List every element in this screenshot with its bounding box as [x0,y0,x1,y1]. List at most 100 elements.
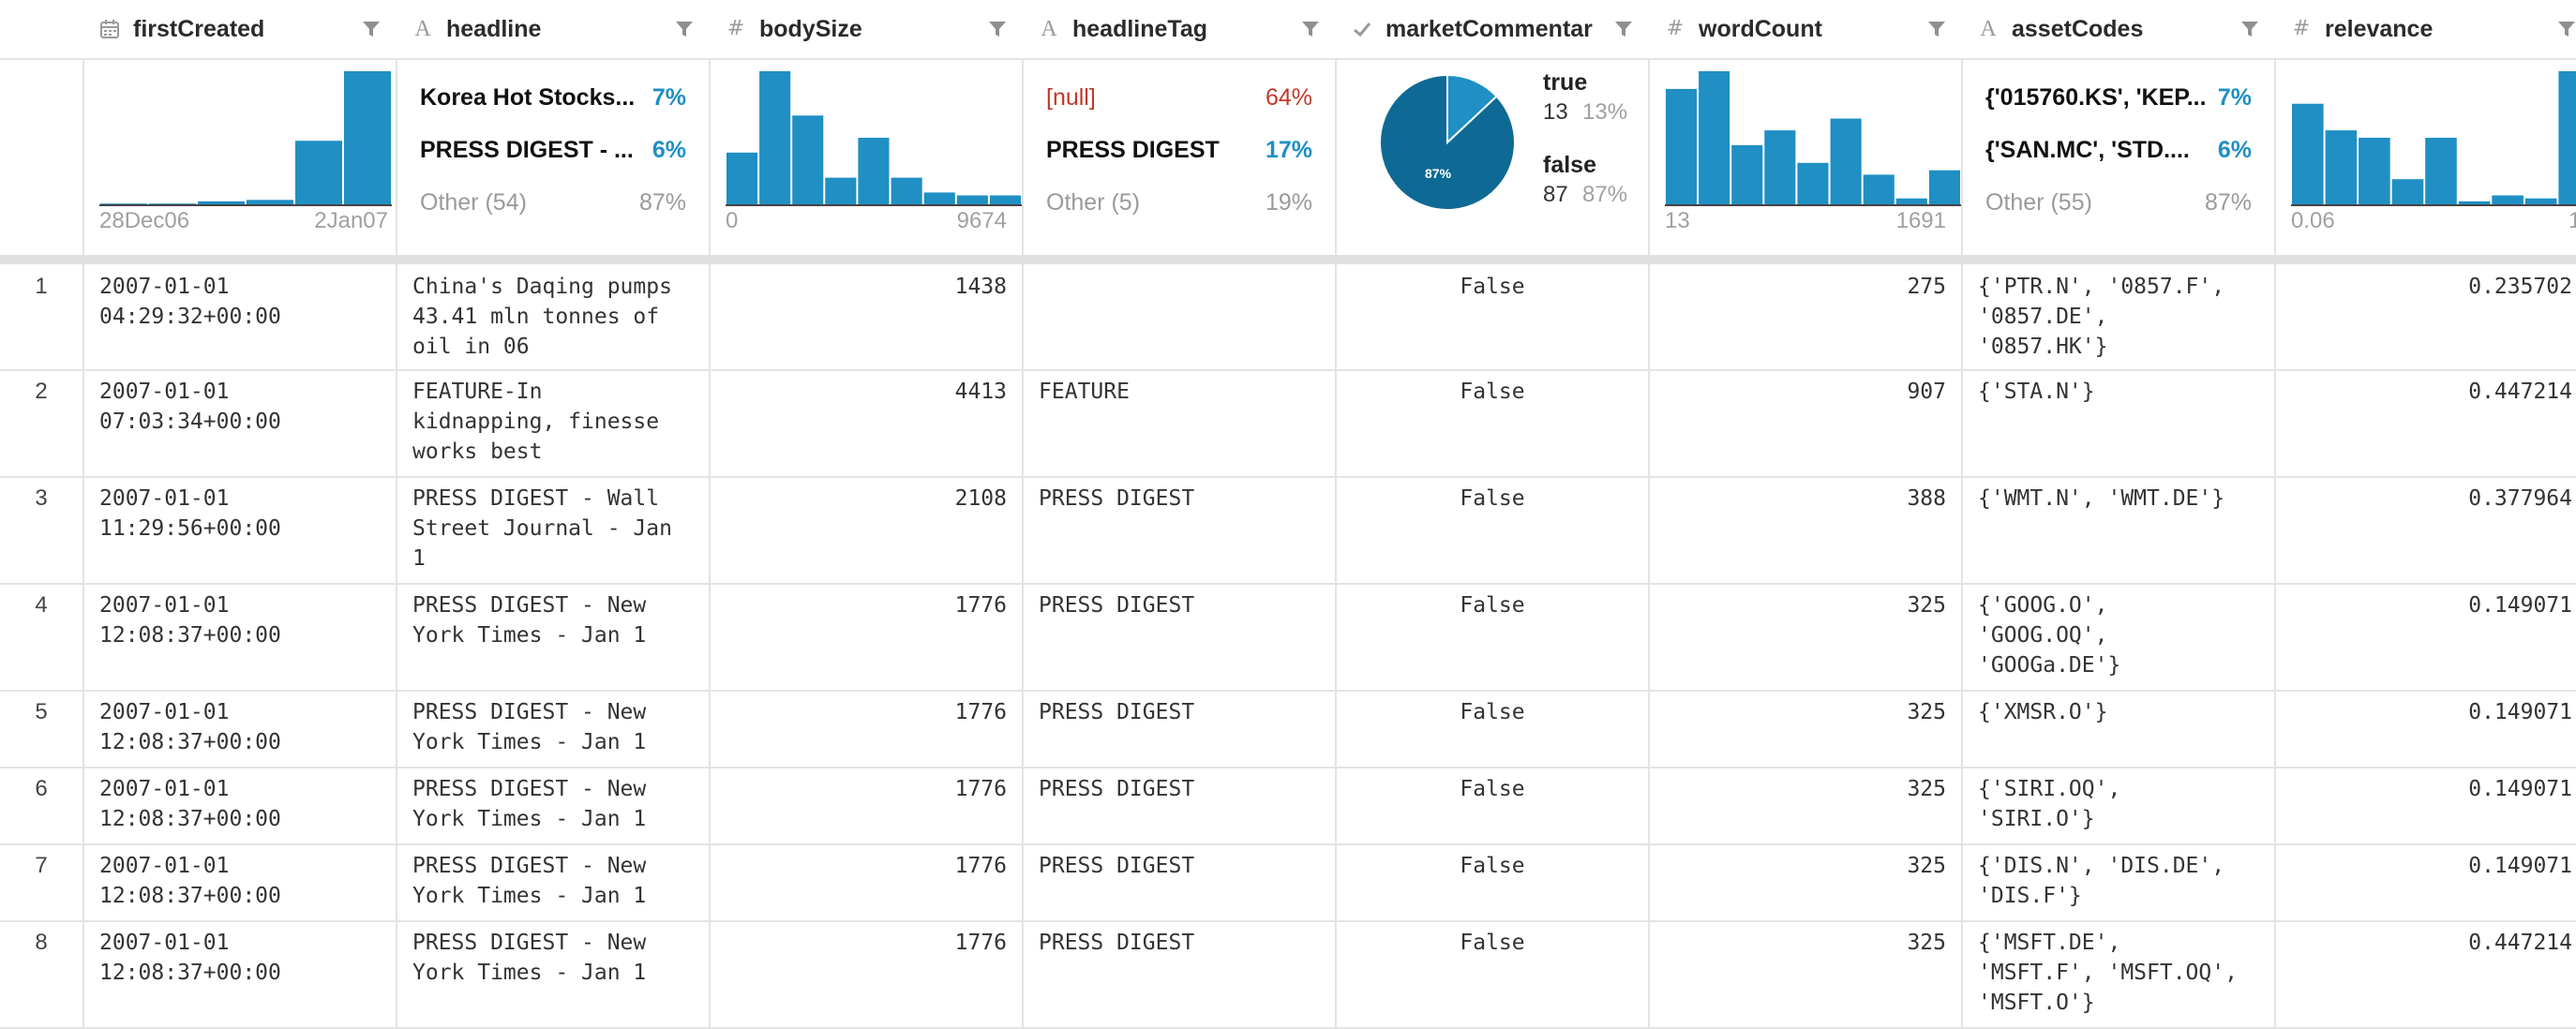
table-row[interactable]: 7 2007-01-01 12:08:37+00:00 PRESS DIGEST… [0,843,2576,922]
cell-headline[interactable]: PRESS DIGEST - New York Times - Jan 1 [412,928,703,988]
cell-headlineTag[interactable]: PRESS DIGEST [1039,774,1329,804]
histogram-bar[interactable] [198,201,245,204]
histogram-bar[interactable] [1731,144,1763,204]
cell-marketCommentary[interactable]: False [1337,377,1648,407]
histogram-bar[interactable] [792,115,824,204]
cell-firstCreated[interactable]: 2007-01-01 11:29:56+00:00 [99,484,390,544]
filter-icon[interactable] [988,20,1007,38]
cell-marketCommentary[interactable]: False [1337,774,1648,804]
histogram-bar[interactable] [344,71,391,204]
cell-wordCount[interactable]: 325 [1650,590,1946,620]
column-header-wordCount[interactable]: # wordCount [1650,0,1961,58]
cell-headline[interactable]: China's Daqing pumps 43.41 mln tonnes of… [412,272,703,362]
cell-bodySize[interactable]: 1438 [711,272,1007,302]
cell-bodySize[interactable]: 2108 [711,484,1007,514]
cell-headline[interactable]: PRESS DIGEST - New York Times - Jan 1 [412,590,703,650]
cell-relevance[interactable]: 0.447214 [2276,928,2572,958]
histogram-bar[interactable] [247,200,293,204]
column-header-headline[interactable]: A headline [397,0,709,58]
histogram-bar[interactable] [1666,88,1698,204]
filter-icon[interactable] [1927,20,1946,38]
cell-relevance[interactable]: 0.149071 [2276,590,2572,620]
cell-firstCreated[interactable]: 2007-01-01 12:08:37+00:00 [99,697,390,757]
cell-assetCodes[interactable]: {'XMSR.O'} [1978,697,2270,727]
category-row[interactable]: PRESS DIGEST 17% [1046,135,1312,165]
pie-chart-marketCommentary[interactable]: 87% [1378,73,1517,212]
cell-firstCreated[interactable]: 2007-01-01 12:08:37+00:00 [99,774,390,834]
cell-assetCodes[interactable]: {'MSFT.DE', 'MSFT.F', 'MSFT.OQ', 'MSFT.O… [1978,928,2270,1018]
histogram-bar[interactable] [2558,71,2576,204]
cell-wordCount[interactable]: 325 [1650,928,1946,958]
cell-relevance[interactable]: 0.235702 [2276,272,2572,302]
filter-icon[interactable] [1301,20,1320,38]
cell-marketCommentary[interactable]: False [1337,484,1648,514]
histogram-bar[interactable] [759,71,791,204]
cell-firstCreated[interactable]: 2007-01-01 12:08:37+00:00 [99,851,390,911]
histogram-bar[interactable] [2359,138,2390,204]
histogram-bar[interactable] [2458,201,2491,204]
cell-firstCreated[interactable]: 2007-01-01 12:08:37+00:00 [99,590,390,650]
cell-marketCommentary[interactable]: False [1337,851,1648,881]
cell-relevance[interactable]: 0.149071 [2276,851,2572,881]
category-other-row[interactable]: Other (54) 87% [420,187,686,217]
histogram-bar[interactable] [2292,103,2324,204]
histogram-bar[interactable] [2391,179,2424,204]
histogram-bar[interactable] [1797,162,1829,204]
cell-marketCommentary[interactable]: False [1337,590,1648,620]
cell-wordCount[interactable]: 325 [1650,697,1946,727]
category-other-row[interactable]: Other (5) 19% [1046,187,1312,217]
cell-headlineTag[interactable]: PRESS DIGEST [1039,590,1329,620]
category-row[interactable]: Korea Hot Stocks... 7% [420,82,686,112]
filter-icon[interactable] [675,20,694,38]
cell-assetCodes[interactable]: {'DIS.N', 'DIS.DE', 'DIS.F'} [1978,851,2270,911]
cell-bodySize[interactable]: 4413 [711,377,1007,407]
table-row[interactable]: 3 2007-01-01 11:29:56+00:00 PRESS DIGEST… [0,476,2576,585]
histogram-bar[interactable] [923,192,955,204]
cell-bodySize[interactable]: 1776 [711,851,1007,881]
cell-bodySize[interactable]: 1776 [711,697,1007,727]
histogram-wordCount[interactable] [1665,67,1961,208]
table-row[interactable]: 2 2007-01-01 07:03:34+00:00 FEATURE-In k… [0,369,2576,478]
cell-assetCodes[interactable]: {'GOOG.O', 'GOOG.OQ', 'GOOGa.DE'} [1978,590,2270,680]
histogram-bar[interactable] [825,177,857,204]
cell-marketCommentary[interactable]: False [1337,272,1648,302]
cell-headlineTag[interactable]: PRESS DIGEST [1039,851,1329,881]
cell-relevance[interactable]: 0.447214 [2276,377,2572,407]
histogram-bar[interactable] [2425,138,2457,204]
filter-icon[interactable] [362,20,381,38]
histogram-firstCreated[interactable] [99,67,392,208]
table-row[interactable]: 5 2007-01-01 12:08:37+00:00 PRESS DIGEST… [0,690,2576,768]
histogram-bar[interactable] [2524,198,2557,204]
histogram-bar[interactable] [1928,170,1960,204]
histogram-bar[interactable] [956,195,988,205]
cell-headline[interactable]: FEATURE-In kidnapping, finesse works bes… [412,377,703,467]
cell-marketCommentary[interactable]: False [1337,697,1648,727]
histogram-bar[interactable] [1764,130,1796,204]
histogram-bar[interactable] [1895,198,1927,204]
histogram-bar[interactable] [295,141,342,204]
cell-headline[interactable]: PRESS DIGEST - New York Times - Jan 1 [412,851,703,911]
cell-headlineTag[interactable]: PRESS DIGEST [1039,697,1329,727]
column-header-bodySize[interactable]: # bodySize [711,0,1022,58]
filter-icon[interactable] [1614,20,1633,38]
table-row[interactable]: 4 2007-01-01 12:08:37+00:00 PRESS DIGEST… [0,583,2576,692]
cell-headlineTag[interactable]: PRESS DIGEST [1039,484,1329,514]
cell-headline[interactable]: PRESS DIGEST - New York Times - Jan 1 [412,697,703,757]
filter-icon[interactable] [2557,20,2576,38]
column-header-firstCreated[interactable]: firstCreated [84,0,396,58]
cell-assetCodes[interactable]: {'WMT.N', 'WMT.DE'} [1978,484,2270,514]
table-row[interactable]: 6 2007-01-01 12:08:37+00:00 PRESS DIGEST… [0,767,2576,845]
category-other-row[interactable]: Other (55) 87% [1985,187,2252,217]
cell-bodySize[interactable]: 1776 [711,590,1007,620]
histogram-bar[interactable] [989,195,1021,205]
histogram-bar[interactable] [858,138,890,204]
cell-wordCount[interactable]: 325 [1650,774,1946,804]
histogram-bar[interactable] [1830,118,1862,205]
filter-icon[interactable] [2240,20,2259,38]
cell-firstCreated[interactable]: 2007-01-01 04:29:32+00:00 [99,272,390,332]
cell-headlineTag[interactable]: PRESS DIGEST [1039,928,1329,958]
cell-assetCodes[interactable]: {'STA.N'} [1978,377,2270,407]
histogram-relevance[interactable] [2291,67,2576,208]
cell-firstCreated[interactable]: 2007-01-01 12:08:37+00:00 [99,928,390,988]
cell-assetCodes[interactable]: {'SIRI.OQ', 'SIRI.O'} [1978,774,2270,834]
